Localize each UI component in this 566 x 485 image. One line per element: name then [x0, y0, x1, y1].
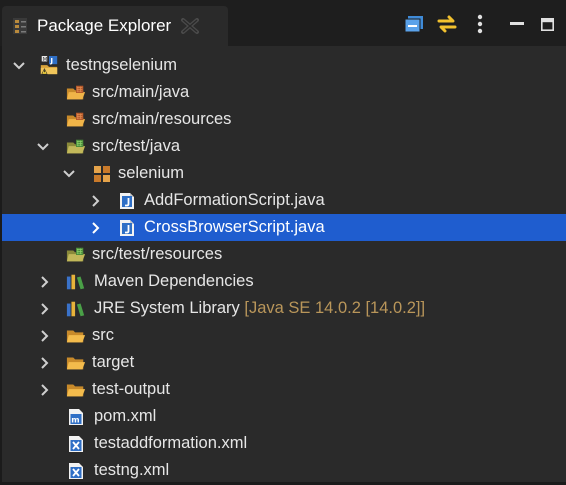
test-source-folder-icon [66, 245, 86, 265]
chevron-right-icon[interactable] [38, 275, 52, 289]
tree-item-testng-xml[interactable]: testng.xml [0, 457, 566, 484]
chevron-right-icon[interactable] [38, 383, 52, 397]
jre-version-decoration: [Java SE 14.0.2 [14.0.2]] [244, 299, 426, 317]
svg-text:M: M [43, 57, 48, 63]
tree-item-src-test-java[interactable]: src/test/java [0, 133, 566, 160]
library-icon [66, 299, 86, 319]
tree-item-label: src/main/java [92, 83, 190, 101]
chevron-right-icon[interactable] [89, 221, 103, 235]
tree-item-addformationscript[interactable]: AddFormationScript.java [0, 187, 566, 214]
tree-item-src-main-resources[interactable]: src/main/resources [0, 106, 566, 133]
test-source-folder-icon [66, 137, 86, 157]
tree-item-label: src/test/java [92, 137, 181, 155]
tree-item-label: selenium [118, 164, 185, 182]
maximize-icon [540, 17, 554, 31]
view-menu-icon [477, 14, 483, 34]
chevron-right-icon[interactable] [38, 329, 52, 343]
tree-item-label: JRE System Library [Java SE 14.0.2 [14.0… [94, 295, 425, 322]
library-icon [66, 272, 86, 292]
collapse-all-button[interactable] [403, 14, 425, 34]
library-name: JRE System Library [94, 299, 240, 317]
tree-item-selenium[interactable]: selenium [0, 160, 566, 187]
tree-item-label: target [92, 353, 135, 371]
tree-item-crossbrowserscript[interactable]: CrossBrowserScript.java [0, 214, 566, 241]
svg-text:m: m [71, 415, 79, 424]
chevron-down-icon[interactable] [62, 167, 76, 181]
chevron-down-icon[interactable] [12, 59, 26, 73]
tree-item-label: testaddformation.xml [94, 434, 248, 452]
tree-item-label: test-output [92, 380, 170, 398]
tree-item-jre-system-library[interactable]: JRE System Library [Java SE 14.0.2 [14.0… [0, 295, 566, 322]
java-file-icon [117, 218, 137, 238]
tree-item-maven-dependencies[interactable]: Maven Dependencies [0, 268, 566, 295]
package-explorer-view: Package Explorer M J testngselenium src/… [0, 0, 566, 485]
collapse-all-icon [404, 16, 423, 33]
tree-item-label: testng.xml [94, 461, 170, 479]
java-file-icon [117, 191, 137, 211]
svg-text:J: J [49, 55, 53, 64]
chevron-right-icon[interactable] [38, 302, 52, 316]
view-left-border [0, 46, 2, 485]
tree-item-label: src/main/resources [92, 110, 232, 128]
maven-pom-icon: m [66, 407, 86, 427]
tree-item-pom-xml[interactable]: m pom.xml [0, 403, 566, 430]
chevron-right-icon[interactable] [89, 194, 103, 208]
folder-icon [66, 326, 86, 346]
source-folder-icon [66, 83, 86, 103]
minimize-icon [510, 22, 524, 25]
view-title: Package Explorer [37, 16, 172, 35]
close-icon[interactable] [181, 18, 200, 34]
tree-item-label: AddFormationScript.java [144, 191, 325, 209]
tree-item-label: Maven Dependencies [94, 272, 254, 290]
view-header: Package Explorer [0, 0, 566, 46]
tree-item-src-main-java[interactable]: src/main/java [0, 79, 566, 106]
tree-item-test-output[interactable]: test-output [0, 376, 566, 403]
package-explorer-tab[interactable]: Package Explorer [2, 6, 228, 46]
chevron-right-icon[interactable] [38, 356, 52, 370]
link-with-editor-icon [437, 15, 457, 33]
tree-item-label: testngselenium [66, 56, 177, 74]
view-menu-button[interactable] [472, 14, 488, 34]
tree-item-label: pom.xml [94, 407, 157, 425]
package-explorer-icon [12, 17, 28, 35]
maximize-button[interactable] [538, 14, 556, 34]
folder-icon [66, 353, 86, 373]
tree-item-target[interactable]: target [0, 349, 566, 376]
tree-item-testngselenium[interactable]: M J testngselenium [0, 52, 566, 79]
minimize-button[interactable] [508, 14, 526, 34]
tree-item-src-test-resources[interactable]: src/test/resources [0, 241, 566, 268]
tree-item-src[interactable]: src [0, 322, 566, 349]
xml-file-icon [66, 461, 86, 481]
tree-item-label: src [92, 326, 114, 344]
package-icon [92, 164, 112, 184]
tree-item-label: src/test/resources [92, 245, 223, 263]
link-with-editor-button[interactable] [435, 14, 459, 34]
project-icon: M J [39, 55, 59, 76]
xml-file-icon [66, 434, 86, 454]
chevron-down-icon[interactable] [36, 140, 50, 154]
tree-item-label: CrossBrowserScript.java [144, 218, 325, 236]
tree-item-testaddformation-xml[interactable]: testaddformation.xml [0, 430, 566, 457]
folder-icon [66, 380, 86, 400]
source-folder-icon [66, 110, 86, 130]
